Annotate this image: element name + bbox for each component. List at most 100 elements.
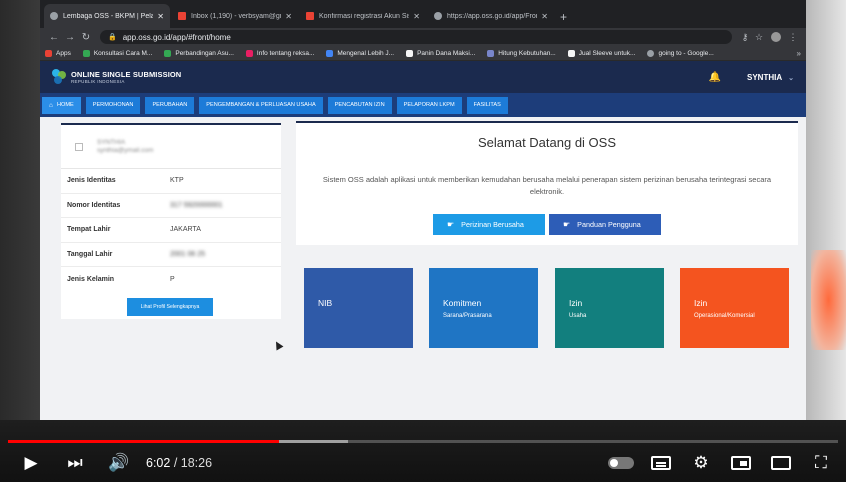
welcome-title: Selamat Datang di OSS (477, 135, 617, 150)
panduan-pengguna-button[interactable]: ☛ Panduan Pengguna (549, 214, 661, 235)
fullscreen-icon[interactable]: ⛶ (808, 453, 834, 473)
bookmark-icon (245, 49, 253, 57)
home-icon: ⌂ (49, 101, 53, 109)
miniplayer-icon[interactable] (728, 456, 754, 470)
oss-logo-icon (52, 69, 68, 85)
tab-label: Inbox (1,190) - verbsyam@gmail (191, 12, 281, 20)
menu-label: PENCABUTAN IZIN (334, 102, 385, 108)
close-icon[interactable]: ✕ (541, 12, 548, 21)
more-bookmarks-icon[interactable]: » (797, 49, 801, 58)
profile-email: synthia@ymail.com (97, 146, 154, 154)
profile-key: Jenis Identitas (67, 177, 116, 185)
profile-value: 317 5920000001 (170, 201, 223, 209)
oss-logo[interactable]: ONLINE SINGLE SUBMISSION REPUBLIK INDONE… (52, 69, 181, 85)
volume-icon[interactable]: 🔊 (106, 453, 132, 473)
bell-icon[interactable]: 🔔 (709, 72, 721, 83)
profile-key: Tempat Lahir (67, 226, 111, 234)
hand-pointer-icon: ☛ (563, 220, 571, 229)
menu-label: HOME (56, 102, 74, 108)
user-menu[interactable]: SYNTHIA ⌄ (747, 73, 794, 82)
gmail-icon (306, 12, 314, 20)
browser-tab-inbox[interactable]: Inbox (1,190) - verbsyam@gmail ✕ (172, 4, 298, 28)
perizinan-berusaha-button[interactable]: ☛ Perizinan Berusaha (433, 214, 545, 235)
bookmark-icon (82, 49, 90, 57)
profile-header: SYNTHIA synthia@ymail.com (61, 125, 281, 169)
browser-tab-oss-front[interactable]: https://app.oss.go.id/app/Front ✕ (428, 4, 554, 28)
menu-pelaporan-lkpm[interactable]: PELAPORAN LKPM (396, 96, 462, 114)
new-tab-icon[interactable]: + (556, 10, 573, 28)
view-full-profile-button[interactable]: Lihat Profil Selengkapnya (127, 298, 213, 316)
browser-tab-konfirmasi[interactable]: Konfirmasi registrasi Akun Sistem ✕ (300, 4, 426, 28)
back-icon[interactable]: ← (46, 32, 62, 43)
close-icon[interactable]: ✕ (285, 12, 292, 21)
reload-icon[interactable]: ↻ (78, 32, 94, 43)
profile-card: SYNTHIA synthia@ymail.com Jenis Identita… (61, 123, 281, 319)
url-input[interactable]: 🔒 app.oss.go.id/app/#front/home (100, 30, 732, 44)
button-label: Panduan Pengguna (577, 220, 641, 229)
tab-strip: Lembaga OSS - BKPM | Pelayanan ✕ Inbox (… (40, 0, 806, 28)
tile-izin-usaha[interactable]: Izin Usaha (555, 268, 664, 348)
star-icon[interactable]: ☆ (752, 32, 766, 43)
tile-title: Komitmen (443, 298, 482, 308)
lock-icon: 🔒 (108, 34, 117, 41)
autoplay-toggle[interactable] (608, 457, 634, 469)
theater-mode-icon[interactable] (768, 456, 794, 470)
time-separator: / (170, 456, 181, 470)
subtitles-icon[interactable] (648, 456, 674, 470)
close-icon[interactable]: ✕ (413, 12, 420, 21)
menu-perubahan[interactable]: PERUBAHAN (145, 96, 195, 114)
bookmark-item[interactable]: Mengenal Lebih J... (326, 49, 394, 57)
played-bar (8, 440, 280, 443)
tile-nib[interactable]: NIB (304, 268, 413, 348)
close-icon[interactable]: ✕ (157, 12, 164, 21)
menu-permohonan[interactable]: PERMOHONAN (85, 96, 141, 114)
profile-key: Nomor Identitas (67, 201, 121, 209)
profile-row: Tanggal Lahir 2001 06 25 (61, 243, 281, 267)
globe-icon (50, 12, 58, 20)
profile-row: Nomor Identitas 317 5920000001 (61, 194, 281, 218)
video-edge-left (0, 0, 40, 420)
bookmark-item[interactable]: Konsultasi Cara M... (82, 49, 153, 57)
bookmark-item[interactable]: Perbandingan Asu... (164, 49, 234, 57)
profile-value: 2001 06 25 (170, 250, 206, 258)
bookmark-item[interactable]: Panin Dana Maksi... (406, 49, 475, 57)
url-text: app.oss.go.id/app/#front/home (122, 32, 231, 42)
progress-bar[interactable] (8, 440, 838, 443)
play-icon[interactable]: ▶ (18, 453, 44, 473)
tile-izin-operasional[interactable]: Izin Operasional/Komersial (680, 268, 789, 348)
tab-label: Lembaga OSS - BKPM | Pelayanan (63, 12, 154, 20)
bookmark-item[interactable]: Hitung Kebutuhan... (487, 49, 556, 57)
menu-pengembangan[interactable]: PENGEMBANGAN & PERLUASAN USAHA (199, 96, 323, 114)
avatar (75, 142, 83, 151)
bookmark-item[interactable]: Jual Sleeve untuk... (567, 49, 636, 57)
bookmark-item[interactable]: going to - Google... (647, 49, 714, 57)
menu-fasilitas[interactable]: FASILITAS (466, 96, 508, 114)
bookmark-item[interactable]: Apps (45, 49, 71, 57)
menu-label: PENGEMBANGAN & PERLUASAN USAHA (206, 102, 316, 108)
bookmark-label: Perbandingan Asu... (175, 49, 234, 57)
address-bar: ← → ↻ 🔒 app.oss.go.id/app/#front/home ⚷ … (40, 28, 806, 46)
bookmark-label: Jual Sleeve untuk... (578, 49, 636, 57)
menu-home[interactable]: ⌂ HOME (42, 96, 81, 114)
menu-pencabutan-izin[interactable]: PENCABUTAN IZIN (327, 96, 392, 114)
tile-title: Izin (694, 298, 708, 308)
settings-gear-icon[interactable]: ⚙ (688, 453, 714, 473)
logo-subtitle: REPUBLIK INDONESIA (71, 79, 125, 84)
bookmark-label: Konsultasi Cara M... (93, 49, 153, 57)
current-time: 6:02 (146, 456, 171, 470)
video-player-controls: ▶ ⏭ 🔊 6:02 / 18:26 ⚙ ⛶ (0, 420, 846, 482)
next-icon[interactable]: ⏭ (62, 453, 88, 473)
browser-tab-oss[interactable]: Lembaga OSS - BKPM | Pelayanan ✕ (44, 4, 170, 28)
bookmark-item[interactable]: Info tentang reksa... (245, 49, 314, 57)
browser-window: Lembaga OSS - BKPM | Pelayanan ✕ Inbox (… (40, 0, 806, 420)
tile-komitmen[interactable]: Komitmen Sarana/Prasarana (429, 268, 538, 348)
duration: 18:26 (180, 456, 213, 470)
key-icon[interactable]: ⚷ (738, 32, 752, 43)
chevron-down-icon: ⌄ (788, 74, 794, 82)
menu-dots-icon[interactable]: ⋮ (786, 32, 800, 43)
google-icon (647, 49, 655, 57)
forward-icon[interactable]: → (62, 32, 78, 43)
button-label: Perizinan Berusaha (461, 220, 524, 229)
time-display: 6:02 / 18:26 (146, 456, 212, 470)
avatar[interactable] (771, 32, 781, 42)
